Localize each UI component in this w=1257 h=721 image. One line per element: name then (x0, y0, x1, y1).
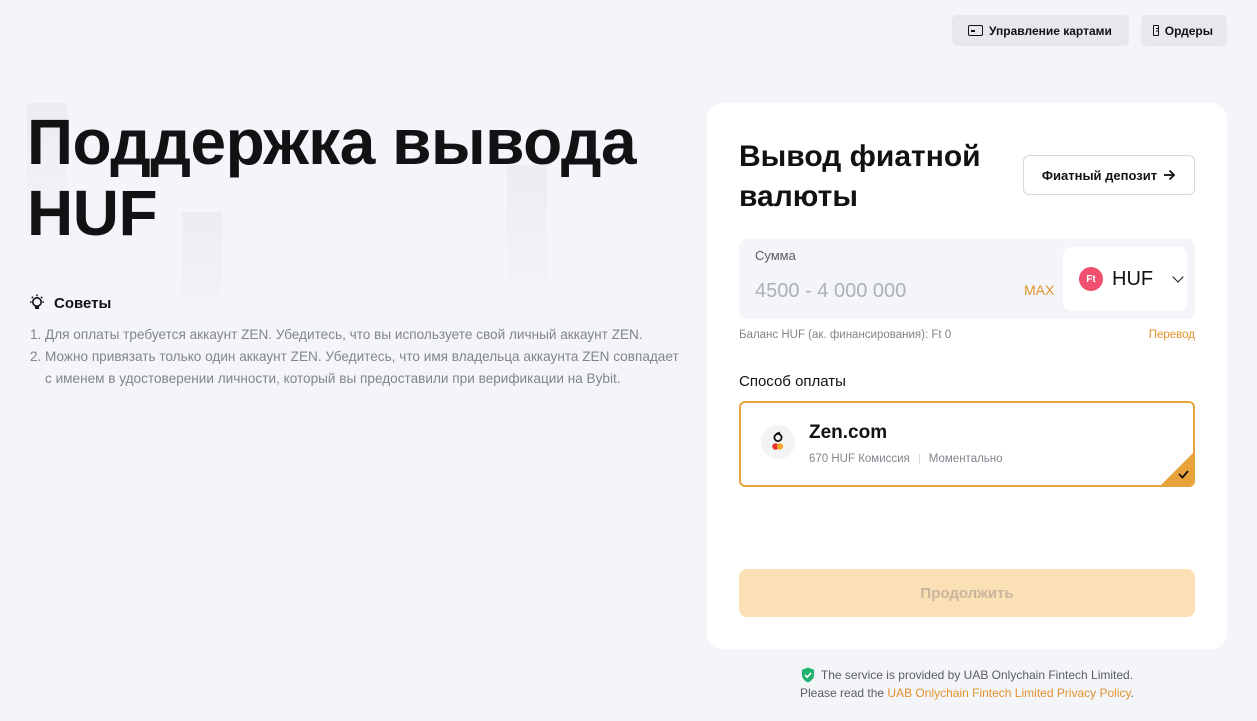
payment-fee: 670 HUF Комиссия (809, 453, 910, 465)
forint-icon: Ft (1079, 267, 1103, 291)
checkmark-icon (1161, 453, 1193, 485)
zen-logo-icon (761, 425, 795, 459)
payment-method-label: Способ оплаты (739, 373, 846, 390)
currency-code: HUF (1112, 267, 1154, 290)
tip-item: 2. Можно привязать только один аккаунт Z… (30, 346, 680, 390)
privacy-policy-link[interactable]: UAB Onlychain Fintech Limited Privacy Po… (887, 686, 1130, 700)
privacy-line: Please read the UAB Onlychain Fintech Li… (707, 684, 1227, 702)
card-icon (968, 25, 983, 36)
tips-title: Советы (54, 294, 112, 312)
withdraw-panel: Вывод фиатной валюты Фиатный депозит Сум… (707, 103, 1227, 649)
tips-list: 1. Для оплаты требуется аккаунт ZEN. Убе… (30, 324, 680, 390)
provider-line: The service is provided by UAB Onlychain… (707, 666, 1227, 684)
manage-cards-label: Управление картами (989, 23, 1112, 38)
provider-footer: The service is provided by UAB Onlychain… (707, 666, 1227, 702)
tip-number: 2. (30, 349, 42, 364)
manage-cards-button[interactable]: Управление картами (952, 15, 1129, 46)
tip-number: 1. (30, 327, 42, 342)
tip-item: 1. Для оплаты требуется аккаунт ZEN. Убе… (30, 324, 680, 346)
provider-text: The service is provided by UAB Onlychain… (820, 668, 1134, 682)
fiat-deposit-button[interactable]: Фиатный депозит (1023, 155, 1195, 195)
shield-check-icon (801, 667, 814, 683)
page-title-line1: Поддержка вывода (27, 106, 637, 178)
payment-method-option[interactable]: Zen.com 670 HUF Комиссия Моментально (739, 401, 1195, 487)
transfer-link[interactable]: Перевод (1149, 329, 1195, 341)
orders-button[interactable]: Ордеры (1141, 15, 1227, 46)
orders-label: Ордеры (1164, 23, 1213, 38)
payment-method-name: Zen.com (809, 422, 888, 443)
payment-speed: Моментально (928, 453, 1003, 465)
currency-selector[interactable]: Ft HUF (1063, 247, 1187, 311)
fiat-deposit-label: Фиатный депозит (1041, 167, 1158, 183)
chevron-down-icon (1172, 271, 1184, 283)
balance-text: Баланс HUF (ак. финансирования): Ft 0 (739, 329, 952, 341)
page-title: Поддержка вывода HUF (27, 107, 687, 249)
document-icon (1153, 25, 1159, 36)
amount-input[interactable] (755, 277, 1005, 305)
payment-method-details: 670 HUF Комиссия Моментально (809, 453, 1003, 465)
lightbulb-icon (29, 294, 45, 312)
amount-label: Сумма (755, 248, 796, 263)
page-title-line2: HUF (27, 177, 158, 249)
tip-text: Для оплаты требуется аккаунт ZEN. Убедит… (45, 327, 643, 342)
tip-text: Можно привязать только один аккаунт ZEN.… (45, 349, 679, 386)
max-button[interactable]: MAX (1024, 282, 1054, 298)
tips-header: Советы (29, 294, 111, 312)
divider (918, 454, 920, 464)
continue-button[interactable]: Продолжить (739, 569, 1195, 617)
privacy-suffix: . (1130, 686, 1134, 700)
arrow-right-icon (1164, 169, 1176, 181)
privacy-prefix: Please read the (800, 686, 885, 700)
amount-field: Сумма MAX Ft HUF (739, 239, 1195, 319)
withdraw-title: Вывод фиатной валюты (739, 140, 981, 213)
